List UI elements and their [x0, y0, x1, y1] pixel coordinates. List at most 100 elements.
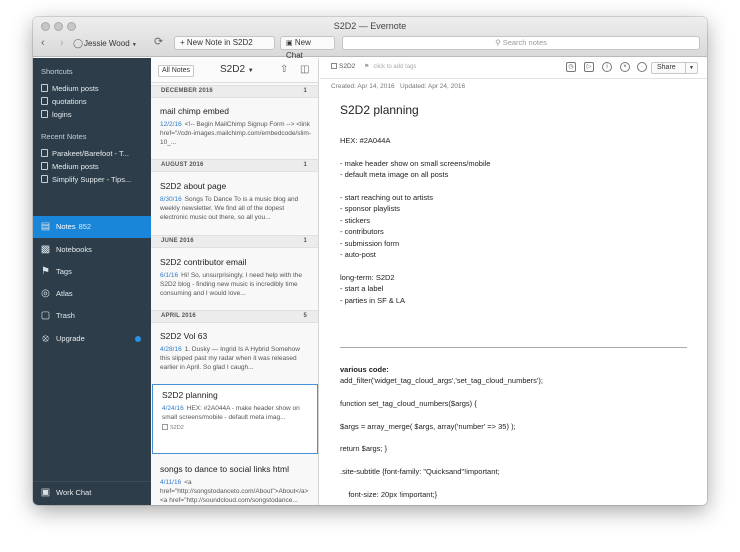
note-list-header: All Notes S2D2 ▼ ⇧ ◫: [151, 58, 318, 83]
tags-placeholder: click to add tags: [373, 64, 417, 70]
updated-date: Updated: Apr 24, 2016: [400, 83, 466, 90]
note-title-field[interactable]: S2D2 planning: [340, 103, 419, 117]
note-snippet: 6/1/16 Hi! So, unsurprisingly, I need hel…: [160, 272, 302, 297]
shortcut-item-logins[interactable]: logins: [41, 110, 147, 119]
notebook-icon: [331, 63, 337, 69]
user-menu[interactable]: Jessie Wood ▼: [84, 37, 137, 52]
note-icon: ▤: [40, 221, 51, 232]
chevron-down-icon: ▼: [247, 68, 254, 74]
note-snippet: 12/2/16 <!-- Begin MailChimp Signup Form …: [160, 121, 311, 146]
note-body-text[interactable]: HEX: #2A044A - make header show on small…: [340, 135, 695, 306]
section-header-august-2016: AUGUST 2016 1: [151, 159, 318, 172]
note-card-s2d2-contributor-email[interactable]: S2D2 contributor email 6/1/16 Hi! So, uns…: [151, 257, 318, 298]
note-icon: [41, 110, 48, 118]
recent-item-parakeet[interactable]: Parakeet/Barefoot - T...: [41, 149, 147, 158]
section-header-december-2016: DECEMBER 2016 1: [151, 85, 318, 98]
section-header-april-2016: APRIL 2016 5: [151, 310, 318, 323]
sidebar-item-tags[interactable]: ⚑ Tags: [33, 261, 151, 283]
chat-icon: ▣: [286, 40, 293, 47]
recent-label: Parakeet/Barefoot - T...: [52, 149, 129, 158]
present-icon[interactable]: ▷: [584, 62, 594, 72]
sidebar-item-notes[interactable]: ▤ Notes 852: [33, 216, 151, 238]
nav-label: Tags: [56, 267, 72, 276]
share-notebook-icon[interactable]: ⇧: [280, 64, 288, 75]
sync-icon[interactable]: ⟳: [154, 35, 163, 49]
code-heading[interactable]: various code:: [340, 364, 695, 375]
back-arrow-icon[interactable]: ‹: [41, 36, 45, 50]
new-note-label: New Note in S2D2: [186, 38, 253, 47]
note-editor: S2D2 ⚑ click to add tags ◷ ▷ i × · Share ▼…: [320, 58, 707, 505]
sidebar-item-upgrade[interactable]: ⦻ Upgrade: [33, 328, 151, 350]
user-avatar-icon[interactable]: ◯: [73, 36, 83, 50]
tag-icon: ⚑: [41, 266, 50, 277]
note-icon: [41, 175, 48, 183]
sidebar-item-atlas[interactable]: ◎ Atlas: [33, 283, 151, 305]
nav-label: Trash: [56, 311, 75, 320]
note-card-s2d2-about-page[interactable]: S2D2 about page 8/30/16 Songs To Dance To…: [151, 181, 318, 222]
info-icon[interactable]: i: [602, 62, 612, 72]
note-icon: [41, 162, 48, 170]
nav-label: Notes: [56, 222, 76, 231]
new-chat-button[interactable]: ▣ New Chat: [280, 36, 335, 60]
shortcut-label: logins: [52, 110, 72, 119]
note-card-s2d2-planning[interactable]: S2D2 planning 4/24/16 HEX: #2A044A - make…: [152, 384, 318, 454]
note-card-social-links-html[interactable]: songs to dance to social links html 4/11…: [151, 464, 318, 505]
horizontal-rule: [340, 347, 687, 348]
note-snippet: 4/24/16 HEX: #2A044A - make header show o…: [162, 405, 300, 421]
sidebar-item-notebooks[interactable]: ▩ Notebooks: [33, 239, 151, 261]
view-options-icon[interactable]: ◫: [300, 64, 309, 75]
globe-icon: ◎: [41, 288, 50, 299]
created-date: Created: Apr 14, 2016: [331, 83, 395, 90]
note-notebook-selector[interactable]: S2D2: [331, 63, 355, 70]
note-tag: S2D2: [162, 424, 309, 431]
search-placeholder: Search notes: [502, 38, 547, 47]
note-snippet: 4/28/16 1. Dusky — Ingrid Is A Hybrid Som…: [160, 346, 300, 371]
recent-label: Simplify Supper - Tips...: [52, 175, 132, 184]
shortcut-item-quotations[interactable]: quotations: [41, 97, 147, 106]
notes-count: 852: [78, 222, 92, 231]
forward-arrow-icon[interactable]: ›: [60, 36, 64, 50]
shortcut-label: quotations: [52, 97, 87, 106]
shortcut-item-medium-posts[interactable]: Medium posts: [41, 84, 147, 93]
note-icon: [41, 97, 48, 105]
chevron-down-icon: ▼: [131, 42, 137, 48]
note-title: songs to dance to social links html: [160, 464, 289, 474]
chat-icon: ▣: [40, 487, 51, 498]
tag-icon: [162, 424, 168, 430]
work-chat-button[interactable]: ▣ Work Chat: [33, 481, 151, 503]
section-header-june-2016: JUNE 2016 1: [151, 235, 318, 248]
upgrade-icon: ⦻: [42, 333, 49, 344]
new-note-button[interactable]: + New Note in S2D2: [174, 36, 275, 50]
trash-icon: ▢: [40, 310, 51, 321]
title-bar: S2D2 — Evernote ‹ › ◯ Jessie Wood ▼ ⟳ + …: [33, 17, 707, 60]
note-code-text[interactable]: add_filter('widget_tag_cloud_args','set_…: [340, 375, 695, 500]
note-title: S2D2 Vol 63: [160, 331, 208, 341]
nav-label: Notebooks: [56, 245, 92, 254]
recent-label: Medium posts: [52, 162, 99, 171]
editor-toolbar: S2D2 ⚑ click to add tags ◷ ▷ i × · Share ▼: [320, 58, 707, 79]
more-options-icon[interactable]: ·: [637, 62, 647, 72]
window-title: S2D2 — Evernote: [333, 21, 407, 31]
recent-notes-heading: Recent Notes: [41, 132, 87, 141]
nav-label: Atlas: [56, 289, 73, 298]
add-tags-field[interactable]: ⚑ click to add tags: [364, 63, 416, 70]
notebook-selector[interactable]: S2D2 ▼: [220, 64, 254, 75]
trash-icon[interactable]: ×: [620, 62, 630, 72]
note-card-s2d2-vol-63[interactable]: S2D2 Vol 63 4/28/16 1. Dusky — Ingrid Is …: [151, 331, 318, 372]
note-title: mail chimp embed: [160, 106, 229, 116]
recent-item-simplify-supper[interactable]: Simplify Supper - Tips...: [41, 175, 147, 184]
reminder-icon[interactable]: ◷: [566, 62, 576, 72]
sidebar-item-trash[interactable]: ▢ Trash: [33, 305, 151, 327]
recent-item-medium-posts[interactable]: Medium posts: [41, 162, 147, 171]
note-card-mail-chimp-embed[interactable]: mail chimp embed 12/2/16 <!-- Begin MailC…: [151, 106, 318, 147]
all-notes-button[interactable]: All Notes: [158, 65, 195, 77]
note-icon: [41, 149, 48, 157]
notebook-label: S2D2: [339, 63, 356, 70]
shortcuts-heading: Shortcuts: [41, 67, 73, 76]
search-input[interactable]: ⚲ Search notes: [342, 36, 700, 50]
share-button[interactable]: Share ▼: [651, 62, 698, 74]
nav-label: Upgrade: [56, 334, 85, 343]
notification-dot: [135, 336, 141, 342]
chevron-down-icon[interactable]: ▼: [685, 63, 697, 73]
sidebar: Shortcuts Medium posts quotations logins…: [33, 58, 151, 505]
